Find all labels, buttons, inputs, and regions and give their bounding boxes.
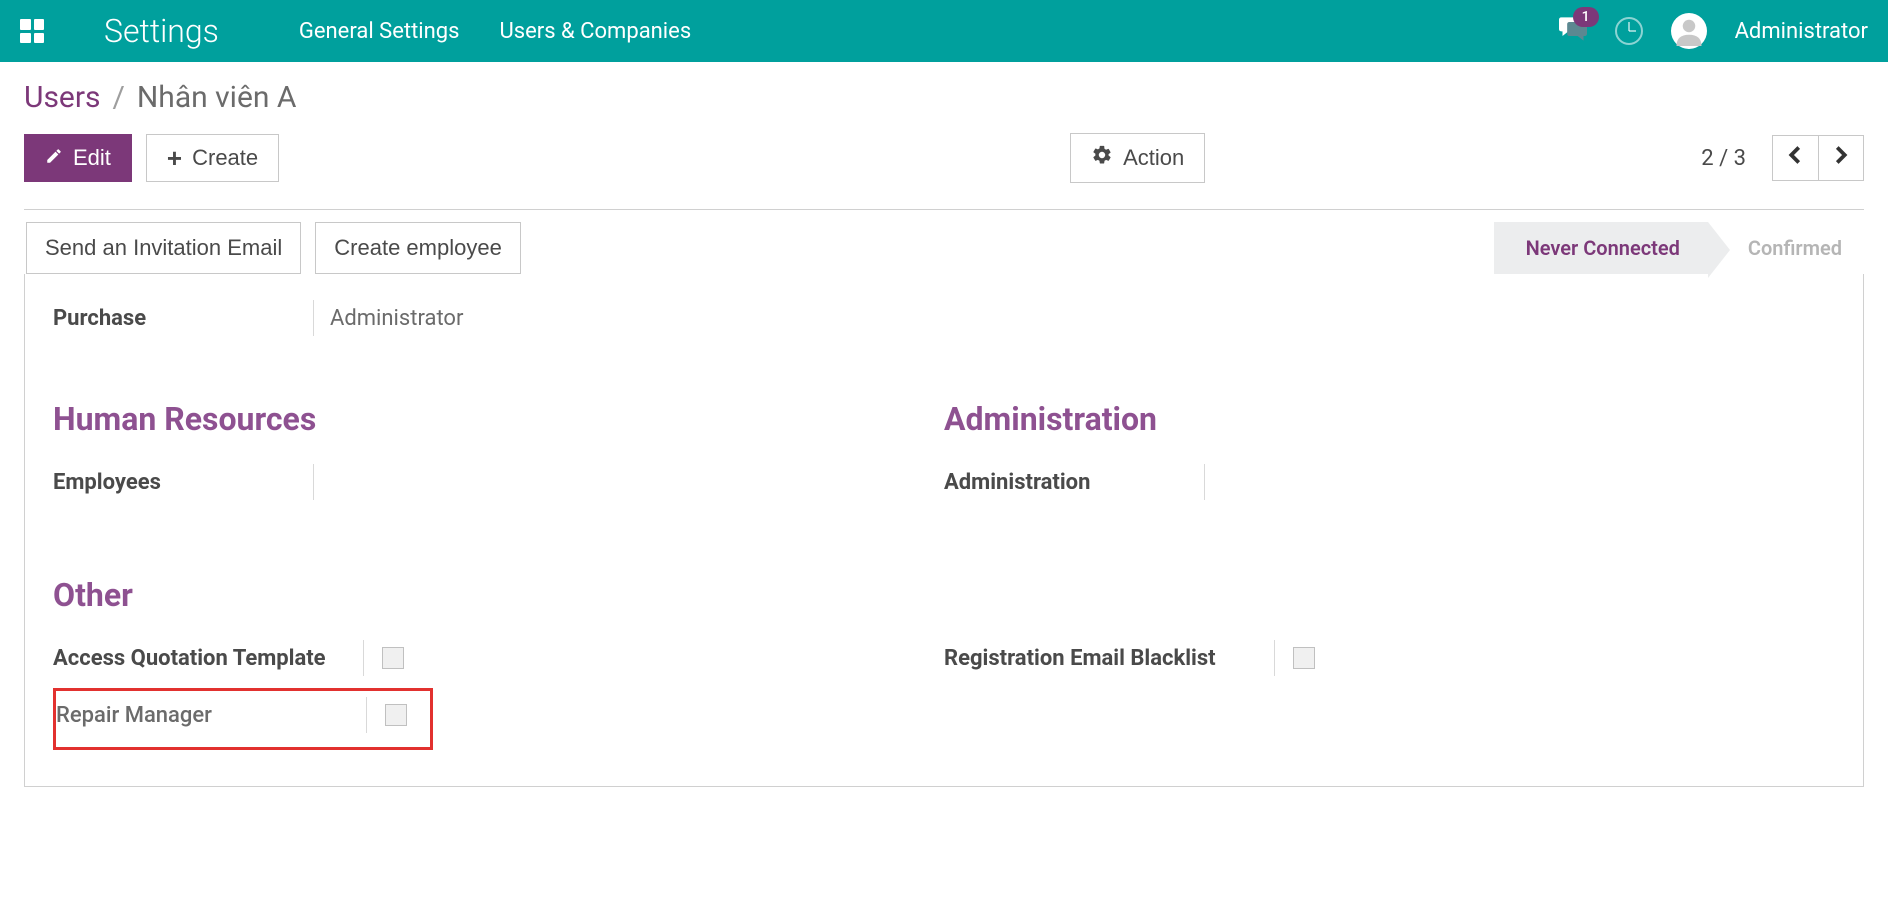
statusbar: Send an Invitation Email Create employee… <box>24 210 1864 274</box>
activity-icon[interactable] <box>1615 17 1643 45</box>
apps-icon[interactable] <box>20 19 44 43</box>
purchase-value: Administrator <box>330 306 463 331</box>
repair-manager-checkbox[interactable] <box>385 704 407 726</box>
hr-heading: Human Resources <box>53 400 944 438</box>
plus-icon: + <box>167 148 182 169</box>
create-employee-button[interactable]: Create employee <box>315 222 521 274</box>
purchase-label: Purchase <box>53 306 313 331</box>
pager-next[interactable] <box>1818 135 1864 181</box>
edit-button[interactable]: Edit <box>24 134 132 182</box>
field-sep <box>363 640 364 676</box>
control-panel: Edit + Create Action 2 / 3 <box>24 133 1864 183</box>
action-button[interactable]: Action <box>1070 133 1205 183</box>
send-invitation-button[interactable]: Send an Invitation Email <box>26 222 301 274</box>
edit-label: Edit <box>73 145 111 171</box>
nav-general-settings[interactable]: General Settings <box>299 19 460 44</box>
pager-prev[interactable] <box>1772 135 1818 181</box>
chat-badge: 1 <box>1573 7 1599 27</box>
create-button[interactable]: + Create <box>146 134 279 182</box>
chat-button[interactable]: 1 <box>1559 17 1587 45</box>
pager-nav <box>1772 135 1864 181</box>
topbar: Settings General Settings Users & Compan… <box>0 0 1888 62</box>
purchase-row: Purchase Administrator <box>25 290 1863 346</box>
content: Users / Nhân viên A Edit + Create Action <box>0 62 1888 787</box>
administration-label: Administration <box>944 470 1204 495</box>
breadcrumb: Users / Nhân viên A <box>24 80 1864 115</box>
user-menu[interactable]: Administrator <box>1735 19 1868 44</box>
status-never-connected[interactable]: Never Connected <box>1494 222 1708 274</box>
employees-label: Employees <box>53 470 313 495</box>
avatar[interactable] <box>1671 13 1707 49</box>
admin-section: Administration Administration <box>944 400 1835 512</box>
nav-menu: General Settings Users & Companies <box>299 19 1559 44</box>
form-sheet: Purchase Administrator Human Resources E… <box>24 274 1864 787</box>
pager-text[interactable]: 2 / 3 <box>1701 146 1746 171</box>
reg-email-blacklist-checkbox[interactable] <box>1293 647 1315 669</box>
admin-heading: Administration <box>944 400 1835 438</box>
chevron-right-icon <box>1833 145 1849 171</box>
reg-email-blacklist-label: Registration Email Blacklist <box>944 646 1274 671</box>
other-section: Other Access Quotation Template Repair M… <box>25 576 1863 750</box>
breadcrumb-sep: / <box>113 80 125 115</box>
access-quotation-label: Access Quotation Template <box>53 646 363 671</box>
status-confirmed[interactable]: Confirmed <box>1708 222 1864 274</box>
action-label: Action <box>1123 145 1184 171</box>
breadcrumb-users[interactable]: Users <box>24 80 101 115</box>
field-sep <box>313 300 314 336</box>
app-title[interactable]: Settings <box>104 12 219 50</box>
pencil-icon <box>45 145 63 171</box>
hr-section: Human Resources Employees <box>53 400 944 512</box>
field-sep <box>1204 464 1205 500</box>
chevron-left-icon <box>1787 145 1803 171</box>
gear-icon <box>1091 144 1113 172</box>
create-label: Create <box>192 145 258 171</box>
repair-manager-label: Repair Manager <box>56 703 366 728</box>
two-col-sections: Human Resources Employees Administration… <box>25 400 1863 512</box>
other-heading: Other <box>53 576 1835 614</box>
field-sep <box>1274 640 1275 676</box>
access-quotation-checkbox[interactable] <box>382 647 404 669</box>
nav-users-companies[interactable]: Users & Companies <box>499 19 691 44</box>
repair-manager-highlight: Repair Manager <box>53 688 433 750</box>
topbar-right: 1 Administrator <box>1559 13 1868 49</box>
breadcrumb-current: Nhân viên A <box>137 80 297 115</box>
field-sep <box>366 697 367 733</box>
field-sep <box>313 464 314 500</box>
chat-icon <box>1559 26 1587 45</box>
